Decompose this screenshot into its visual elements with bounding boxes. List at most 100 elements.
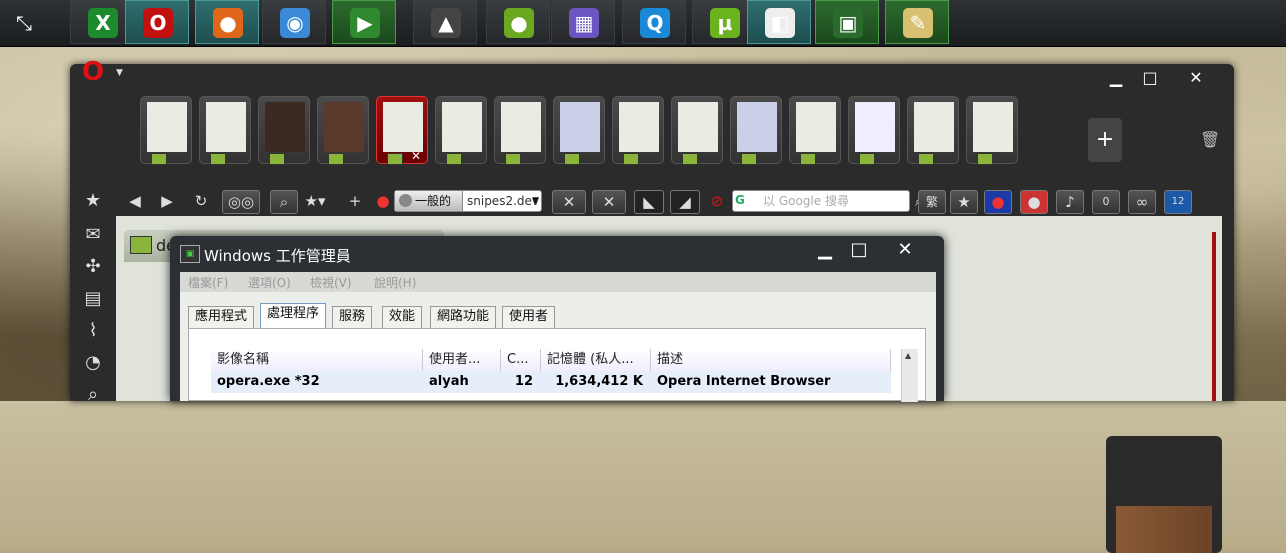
tm-tab[interactable]: 效能 [382,306,423,328]
tab-thumbnail[interactable] [966,96,1018,165]
music-note-icon[interactable]: ♪ [1056,190,1084,214]
color-picker-icon[interactable]: ● [1020,190,1048,214]
stop-icon[interactable]: ✕ [552,190,586,214]
taskbar-app-chrome[interactable]: ◉ [262,0,326,44]
tm-tab[interactable]: 服務 [332,306,373,328]
tab-thumbnail[interactable] [258,96,310,165]
taskbar-app-snipes[interactable]: ◧ [747,0,811,44]
tab-thumbnail[interactable] [730,96,782,165]
fast-forward-icon[interactable]: ◢ [670,190,700,214]
nba-icon[interactable]: ● [984,190,1012,214]
search-field[interactable]: G 以 Google 搜尋 [732,190,910,212]
process-list-panel: 影像名稱 使用者... C... 記憶體 (私人... 描述 opera.exe *32 a… [188,328,926,402]
tab-thumbnail[interactable] [671,96,723,165]
link-icon[interactable]: ∞ [1128,190,1156,214]
new-tab-button[interactable]: + [1088,118,1122,162]
taskbar-app-paint[interactable]: ✎ [885,0,949,44]
chevron-down-icon[interactable]: ▼ [532,191,539,211]
tab-thumbnail[interactable] [435,96,487,165]
reload-icon[interactable]: ↻ [188,190,214,212]
table-cell[interactable]: 1,634,412 K [541,371,651,393]
tm-close-button[interactable]: ✕ [890,238,920,262]
traditional-chinese-button[interactable]: 繁 [918,190,946,214]
column-header[interactable]: 使用者... [423,349,501,371]
tab-thumbnail[interactable] [789,96,841,165]
table-cell[interactable]: Opera Internet Browser [651,371,891,393]
tm-tab[interactable]: 應用程式 [188,306,255,328]
column-header[interactable]: C... [501,349,541,371]
taskbar-app-video-editor[interactable]: ▦ [551,0,615,44]
tab-thumbnail[interactable] [907,96,959,165]
favorite-star-icon[interactable]: ★ [950,190,978,214]
tm-menu-item[interactable]: 選項(O) [248,274,291,291]
address-url[interactable]: snipes2.dev [467,191,539,211]
tm-menu-item[interactable]: 檢視(V) [310,274,352,291]
feeds-icon[interactable]: ⌇ [82,320,104,342]
tab-thumbnail[interactable] [612,96,664,165]
tm-tab[interactable]: 網路功能 [430,306,497,328]
table-cell[interactable]: alyah [423,371,501,393]
tab-thumbnail[interactable] [140,96,192,165]
trash-icon[interactable]: 🗑 [1200,130,1220,149]
glasses-icon[interactable]: ◎◎ [222,190,260,214]
maximize-button[interactable]: □ [1136,68,1164,88]
table-cell[interactable]: 12 [501,371,541,393]
tab-thumbnail[interactable] [317,96,369,165]
search-icon[interactable]: ⌕ [82,384,104,406]
taskbar-app-task-manager[interactable]: ▣ [815,0,879,44]
feed-badge-button[interactable]: 12 [1164,190,1192,214]
rewind-icon[interactable]: ◣ [634,190,664,214]
tab-thumbnail[interactable] [553,96,605,165]
tab-thumbnail[interactable] [494,96,546,165]
minimize-button[interactable]: ▁ [1102,68,1130,88]
taskbar-app-foobar[interactable]: ▲ [413,0,477,44]
tab-thumbnail[interactable]: ✕ [376,96,428,165]
opera-menu-chevron-icon[interactable]: ▼ [116,68,123,78]
tm-maximize-button[interactable]: □ [844,238,874,262]
chat-icon[interactable]: ▤ [82,288,104,310]
back-icon[interactable]: ◀ [122,190,148,212]
add-bookmark-icon[interactable]: + [342,190,368,212]
tab-favicon-icon [269,153,285,165]
column-header[interactable]: 影像名稱 [211,349,423,371]
magnifier-icon[interactable]: ⌕ [270,190,298,214]
bookmark-star-icon[interactable]: ★▾ [302,190,328,212]
google-icon[interactable]: G [735,193,757,209]
address-bar[interactable]: 一般的 snipes2.dev ▼ [394,190,542,212]
collapse-icon[interactable]: ⤡ [10,10,38,36]
taskbar-app-messenger[interactable]: ● [486,0,550,44]
taskbar-app-firefox[interactable]: ● [195,0,259,44]
bookmarks-star-icon[interactable]: ★ [82,190,104,212]
tab-preview [147,102,187,152]
table-cell[interactable]: opera.exe *32 [211,371,423,393]
scroll-up-icon[interactable]: ▲ [905,351,911,360]
taskbar-app-opera[interactable]: O [125,0,189,44]
tm-menu-item[interactable]: 檔案(F) [188,274,228,291]
taskbar-app-media-player[interactable]: ▶ [332,0,396,44]
mail-icon[interactable]: ✉ [82,224,104,246]
tab-preview [442,102,482,152]
close-button[interactable]: ✕ [1182,68,1210,88]
tab-thumbnail[interactable] [199,96,251,165]
close-tab-icon[interactable]: ✕ [592,190,626,214]
tm-tab[interactable]: 使用者 [502,306,556,328]
column-header[interactable]: 記憶體 (私人... [541,349,651,371]
counter-button[interactable]: 0 [1092,190,1120,214]
tm-menu-item[interactable]: 說明(H) [374,274,416,291]
tab-close-icon[interactable]: ✕ [411,149,421,163]
history-clock-icon[interactable]: ◔ [82,352,104,374]
widgets-icon[interactable]: ✣ [82,256,104,278]
opera-logo-icon[interactable]: O [82,59,112,85]
alert-icon[interactable]: ● [370,190,396,212]
tm-minimize-button[interactable]: ▁ [810,238,840,262]
column-header[interactable]: 描述 [651,349,891,371]
task-manager-menubar: 檔案(F) 選項(O) 檢視(V) 說明(H) [180,272,936,292]
tm-tab[interactable]: 處理程序 [260,303,327,329]
security-zone[interactable]: 一般的 [395,191,463,211]
page-scrollbar[interactable] [1212,232,1216,401]
process-scrollbar[interactable]: ▲ [901,349,918,402]
tab-thumbnail[interactable] [848,96,900,165]
forward-icon[interactable]: ▶ [154,190,180,212]
taskbar-app-quicktime[interactable]: Q [622,0,686,44]
block-icon[interactable]: ⊘ [704,190,730,212]
